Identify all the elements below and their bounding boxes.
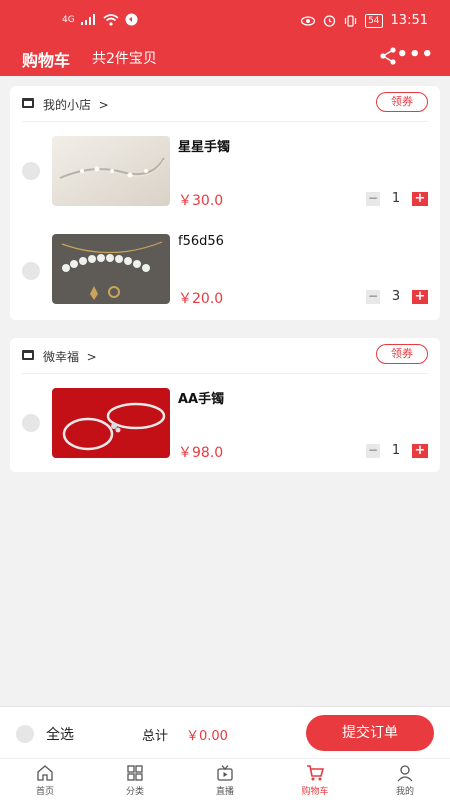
increase-button[interactable]: + bbox=[412, 444, 428, 458]
eye-icon bbox=[301, 15, 316, 26]
home-icon bbox=[37, 765, 53, 781]
store-header[interactable]: 微幸福 > 领券 bbox=[10, 338, 440, 374]
share-icon[interactable] bbox=[378, 46, 398, 66]
cart-item: f56d56 ￥20.0 − 3 + bbox=[10, 228, 440, 318]
store-icon bbox=[22, 350, 34, 360]
product-name[interactable]: AA手镯 bbox=[178, 388, 224, 407]
total-value: ￥0.00 bbox=[186, 729, 228, 744]
tab-home[interactable]: 首页 bbox=[0, 759, 90, 800]
decrease-button[interactable]: − bbox=[366, 444, 380, 458]
divider bbox=[22, 373, 428, 374]
tab-label: 我的 bbox=[395, 787, 414, 797]
decrease-button[interactable]: − bbox=[366, 290, 380, 304]
tab-live[interactable]: 直播 bbox=[180, 759, 270, 800]
chevron-right-icon: > bbox=[98, 98, 109, 112]
tab-bar: 首页 分类 直播 购物车 我的 bbox=[0, 758, 450, 800]
increase-button[interactable]: + bbox=[412, 290, 428, 304]
alarm-icon bbox=[323, 15, 336, 27]
quantity-stepper: − 1 + bbox=[366, 443, 428, 460]
product-price: ￥20.0 bbox=[178, 291, 224, 307]
item-checkbox[interactable] bbox=[22, 162, 40, 180]
quantity-stepper: − 1 + bbox=[366, 191, 428, 208]
status-bar: 4G 54 13:51 bbox=[0, 0, 450, 44]
checkout-bar: 全选 总计 ￥0.00 提交订单 bbox=[0, 706, 450, 758]
item-checkbox[interactable] bbox=[22, 262, 40, 280]
status-right: 54 13:51 bbox=[301, 13, 428, 28]
quantity-value[interactable]: 1 bbox=[388, 443, 404, 458]
submit-order-button[interactable]: 提交订单 bbox=[306, 715, 434, 751]
product-image[interactable] bbox=[52, 388, 170, 458]
product-name[interactable]: 星星手镯 bbox=[178, 136, 230, 155]
item-count: 共2件宝贝 bbox=[92, 51, 157, 67]
divider bbox=[22, 121, 428, 122]
wifi-icon bbox=[103, 13, 119, 26]
page-title: 购物车 bbox=[22, 51, 71, 70]
tab-profile[interactable]: 我的 bbox=[360, 759, 450, 800]
cart-item: AA手镯 ￥98.0 − 1 + bbox=[10, 382, 440, 472]
store-icon bbox=[22, 98, 34, 108]
header: 购物车 共2件宝贝 ••• bbox=[0, 44, 450, 76]
decrease-button[interactable]: − bbox=[366, 192, 380, 206]
product-price: ￥30.0 bbox=[178, 193, 224, 209]
live-tv-icon bbox=[217, 765, 233, 781]
product-image[interactable] bbox=[52, 234, 170, 304]
select-all-label[interactable]: 全选 bbox=[46, 724, 74, 744]
product-image[interactable] bbox=[52, 136, 170, 206]
store-card: 我的小店 > 领券 星星手镯 ￥30.0 − 1 + f56d56 ￥20.0 … bbox=[10, 86, 440, 320]
increase-button[interactable]: + bbox=[412, 192, 428, 206]
tab-cart[interactable]: 购物车 bbox=[270, 759, 360, 800]
select-all-checkbox[interactable] bbox=[16, 725, 34, 743]
user-icon bbox=[397, 765, 413, 782]
battery-indicator: 54 bbox=[365, 13, 383, 28]
tab-label: 购物车 bbox=[301, 787, 329, 797]
tab-category[interactable]: 分类 bbox=[90, 759, 180, 800]
store-header[interactable]: 我的小店 > 领券 bbox=[10, 86, 440, 122]
store-card: 微幸福 > 领券 AA手镯 ￥98.0 − 1 + bbox=[10, 338, 440, 472]
signal-bars-icon bbox=[80, 14, 95, 25]
coupon-button[interactable]: 领券 bbox=[376, 344, 428, 364]
store-name[interactable]: 我的小店 > bbox=[43, 96, 109, 113]
signal-icon: 4G bbox=[62, 14, 75, 25]
store-name[interactable]: 微幸福 > bbox=[43, 348, 97, 365]
status-left: 4G bbox=[62, 13, 138, 26]
tab-label: 分类 bbox=[125, 787, 144, 797]
cart-item: 星星手镯 ￥30.0 − 1 + bbox=[10, 130, 440, 220]
more-icon[interactable]: ••• bbox=[396, 44, 434, 65]
quantity-value[interactable]: 1 bbox=[388, 191, 404, 206]
tab-label: 直播 bbox=[215, 787, 234, 797]
tab-label: 首页 bbox=[35, 787, 54, 797]
app-notification-icon bbox=[125, 13, 138, 26]
vibrate-icon bbox=[344, 14, 357, 27]
clock: 13:51 bbox=[390, 13, 428, 28]
total-label: 总计 bbox=[142, 729, 169, 744]
chevron-right-icon: > bbox=[86, 350, 97, 364]
quantity-value[interactable]: 3 bbox=[388, 289, 404, 304]
quantity-stepper: − 3 + bbox=[366, 289, 428, 306]
product-name[interactable]: f56d56 bbox=[178, 234, 224, 249]
item-checkbox[interactable] bbox=[22, 414, 40, 432]
grid-icon bbox=[127, 765, 143, 781]
coupon-button[interactable]: 领券 bbox=[376, 92, 428, 112]
cart-icon bbox=[307, 765, 324, 781]
product-price: ￥98.0 bbox=[178, 445, 224, 461]
